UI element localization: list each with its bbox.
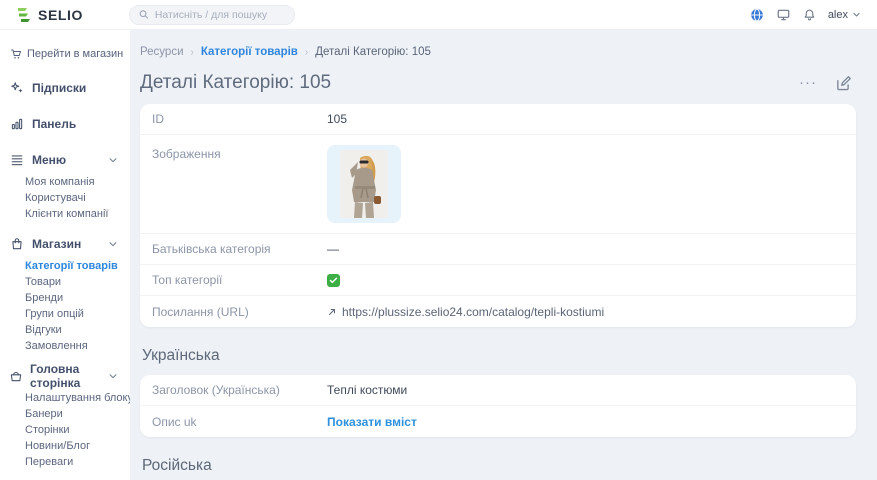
brand-name: SELIO xyxy=(38,7,83,23)
detail-row-top-category: Топ категорії xyxy=(140,265,856,296)
detail-row-image: Зображення xyxy=(140,135,856,234)
menu-lines-icon xyxy=(9,153,25,167)
category-image-thumbnail[interactable] xyxy=(327,145,401,223)
search-icon xyxy=(139,9,149,20)
parent-category-value: — xyxy=(327,242,339,256)
sidebar-item-label: Підписки xyxy=(32,81,86,95)
sidebar-group-shop[interactable]: Магазин xyxy=(0,232,130,256)
top-category-checkbox[interactable] xyxy=(327,274,340,287)
sidebar-item-brands[interactable]: Бренди xyxy=(25,290,130,306)
main-content: Ресурси › Категорії товарів › Деталі Кат… xyxy=(130,30,877,480)
sidebar-group-homepage[interactable]: Головна сторінка xyxy=(0,364,130,388)
sidebar-item-products[interactable]: Товари xyxy=(25,274,130,290)
sidebar-item-block-settings[interactable]: Налаштування блоку xyxy=(25,390,130,406)
breadcrumb-current: Деталі Категорію: 105 xyxy=(315,46,431,58)
bell-icon[interactable] xyxy=(803,8,816,22)
edit-pencil-icon xyxy=(835,75,852,92)
row-description-uk: Опис uk Показати вміст xyxy=(140,406,856,437)
section-title-ukrainian: Українська xyxy=(142,347,856,365)
go-to-shop-link[interactable]: Перейти в магазин xyxy=(10,48,130,60)
chevron-down-icon xyxy=(108,239,118,249)
top-header: SELIO xyxy=(0,0,877,30)
sidebar-item-users[interactable]: Користувачі xyxy=(25,190,130,206)
ukrainian-card: Заголовок (Українська) Теплі костюми Опи… xyxy=(140,375,856,437)
category-url-link[interactable]: https://plussize.selio24.com/catalog/tep… xyxy=(342,305,604,319)
selio-logo-icon xyxy=(16,7,32,23)
sidebar-item-dashboard[interactable]: Панель xyxy=(0,112,130,136)
id-value: 105 xyxy=(327,112,347,126)
sidebar-item-advantages[interactable]: Переваги xyxy=(25,454,130,470)
go-to-shop-label: Перейти в магазин xyxy=(27,48,123,60)
brand-logo[interactable]: SELIO xyxy=(16,7,83,23)
sidebar-item-subscriptions[interactable]: Підписки xyxy=(0,76,130,100)
sidebar-item-my-company[interactable]: Моя компанія xyxy=(25,174,130,190)
page-title: Деталі Категорію: 105 xyxy=(140,72,331,94)
sidebar-item-option-groups[interactable]: Групи опцій xyxy=(25,306,130,322)
section-title-russian: Російська xyxy=(142,457,856,475)
row-title-uk: Заголовок (Українська) Теплі костюми xyxy=(140,375,856,406)
global-search[interactable] xyxy=(129,5,295,25)
globe-icon[interactable] xyxy=(750,8,764,22)
sidebar-item-news-blog[interactable]: Новини/Блог xyxy=(25,438,130,454)
breadcrumb: Ресурси › Категорії товарів › Деталі Кат… xyxy=(140,46,856,58)
sidebar-item-banners[interactable]: Банери xyxy=(25,406,130,422)
sidebar-item-label: Панель xyxy=(32,117,76,131)
chevron-down-icon xyxy=(852,10,861,19)
bar-chart-icon xyxy=(9,117,25,131)
chevron-down-icon xyxy=(108,155,118,165)
more-options-button[interactable]: ··· xyxy=(799,78,817,88)
sidebar-item-reviews[interactable]: Відгуки xyxy=(25,322,130,338)
sparkles-icon xyxy=(9,81,25,95)
title-uk-value: Теплі костюми xyxy=(327,383,407,397)
handbag-icon xyxy=(9,369,23,383)
edit-button[interactable] xyxy=(835,75,852,92)
sidebar-item-orders[interactable]: Замовлення xyxy=(25,338,130,354)
user-name: alex xyxy=(828,9,848,21)
detail-row-url: Посилання (URL) https://plussize.selio24… xyxy=(140,296,856,327)
sidebar-item-company-clients[interactable]: Клієнти компанії xyxy=(25,206,130,222)
sidebar-group-menu[interactable]: Меню xyxy=(0,148,130,172)
breadcrumb-separator: › xyxy=(305,47,308,58)
detail-row-id: ID 105 xyxy=(140,104,856,135)
breadcrumb-categories-link[interactable]: Категорії товарів xyxy=(201,46,298,58)
breadcrumb-separator: › xyxy=(191,47,194,58)
cart-icon xyxy=(10,48,22,60)
sidebar-item-pages[interactable]: Сторінки xyxy=(25,422,130,438)
breadcrumb-resources[interactable]: Ресурси xyxy=(140,46,184,58)
details-card: ID 105 Зображення xyxy=(140,104,856,327)
category-photo xyxy=(340,150,388,218)
monitor-icon[interactable] xyxy=(776,8,791,22)
user-menu[interactable]: alex xyxy=(828,9,861,21)
sidebar: Перейти в магазин Підписки Пане xyxy=(0,30,130,480)
show-content-uk-link[interactable]: Показати вміст xyxy=(327,415,417,429)
shopping-bag-icon xyxy=(9,237,25,251)
detail-row-parent-category: Батьківська категорія — xyxy=(140,234,856,265)
external-link-icon xyxy=(327,307,337,317)
chevron-down-icon xyxy=(108,371,118,381)
sidebar-item-product-categories[interactable]: Категорії товарів xyxy=(25,258,130,274)
search-input[interactable] xyxy=(155,9,285,21)
check-icon xyxy=(329,276,338,285)
